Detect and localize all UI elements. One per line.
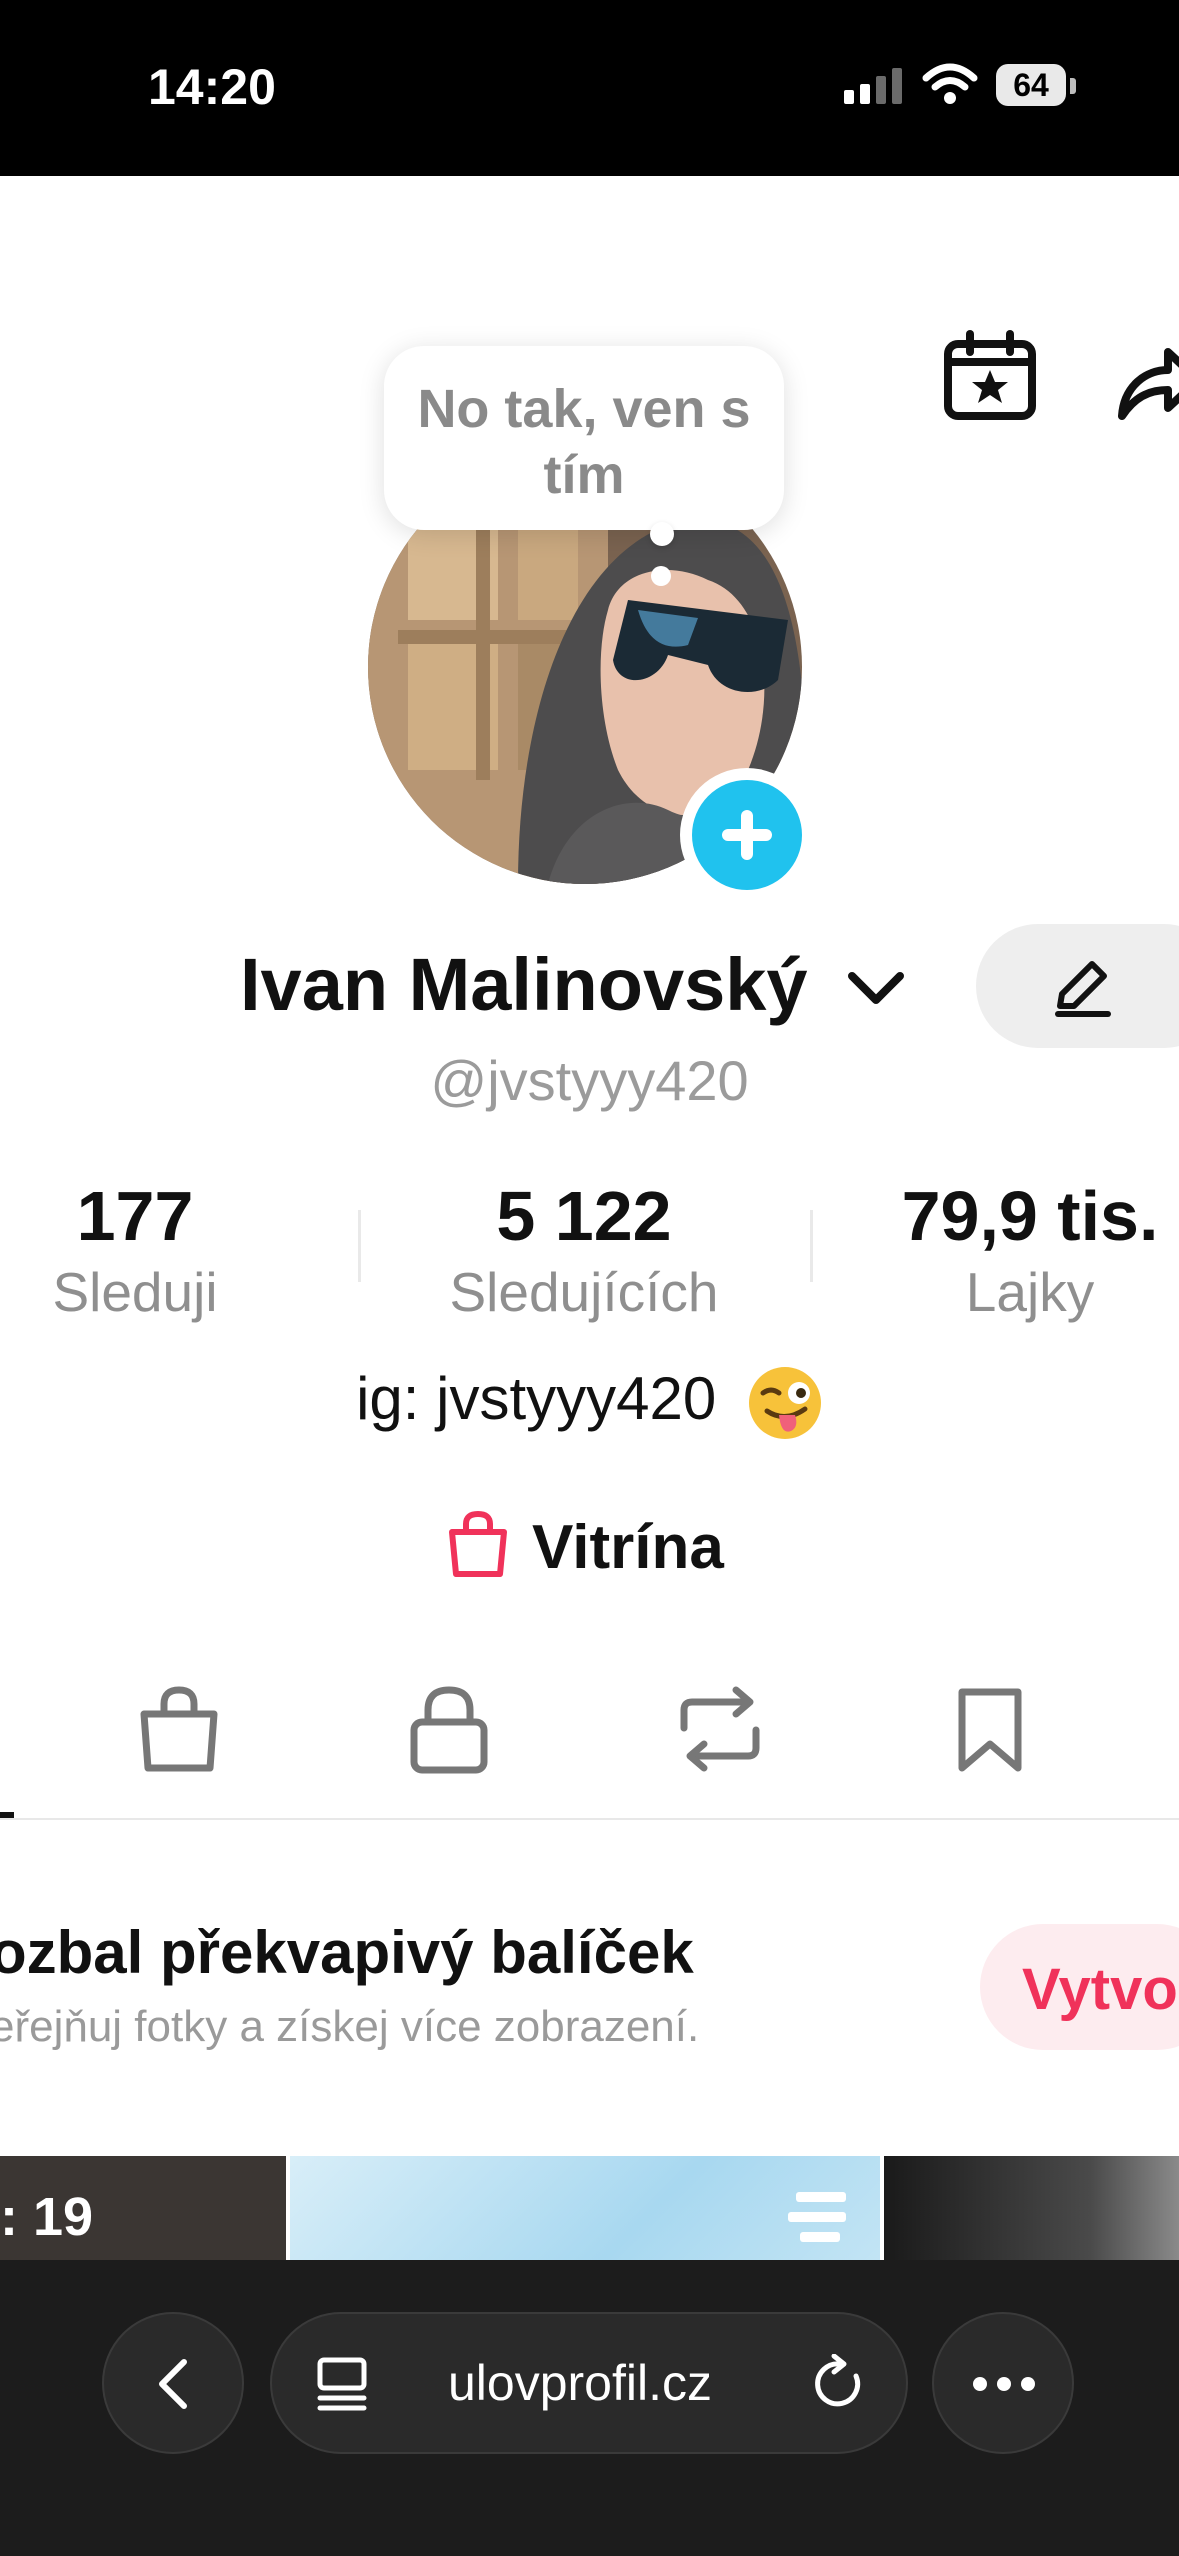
stat-divider — [810, 1210, 813, 1282]
plus-icon — [692, 780, 802, 890]
promo-subtitle: eřejňuj fotky a získej více zobrazení. — [0, 2002, 700, 2051]
bio-text: ig: jvstyyy420 — [356, 1365, 717, 1432]
thumbnail-overlay-text: : 19 — [0, 2187, 94, 2247]
back-button[interactable] — [102, 2312, 244, 2454]
likes-label: Lajky — [965, 1261, 1095, 1323]
shopping-bag-tab-icon[interactable] — [136, 1684, 222, 1774]
ellipsis-icon — [973, 2377, 1035, 2391]
lock-tab-icon[interactable] — [408, 1684, 490, 1774]
tab-divider — [0, 1818, 1179, 1820]
bookmark-tab-icon[interactable] — [954, 1684, 1026, 1774]
likes-count[interactable]: 79,9 tis. — [880, 1176, 1179, 1256]
wifi-icon — [922, 63, 978, 104]
bubble-tail-dot-small — [651, 566, 671, 586]
status-speech-bubble[interactable]: No tak, ven s tím — [384, 346, 784, 530]
bubble-text: No tak, ven s tím — [417, 379, 751, 505]
shopping-bag-icon[interactable] — [442, 1508, 514, 1580]
showcase-link[interactable]: Vitrína — [532, 1512, 724, 1583]
url-text: ulovprofil.cz — [448, 2355, 712, 2411]
calendar-star-icon[interactable] — [942, 330, 1038, 422]
status-time: 14:20 — [148, 59, 276, 115]
edit-profile-button[interactable] — [976, 924, 1179, 1048]
page-menu-icon — [317, 2357, 367, 2411]
winking-face-with-tongue-icon — [748, 1367, 821, 1440]
add-story-button[interactable] — [680, 768, 814, 902]
profile-handle: @jvstyyy420 — [430, 1049, 749, 1112]
create-button-label: Vytvo — [1022, 1957, 1178, 2022]
reload-icon[interactable] — [812, 2354, 868, 2412]
video-thumbnail[interactable] — [290, 2156, 880, 2260]
following-count[interactable]: 177 — [0, 1176, 270, 1256]
video-thumbnail[interactable] — [884, 2156, 1179, 2260]
battery-indicator: 64 — [996, 64, 1066, 106]
stat-divider — [358, 1210, 361, 1282]
chevron-down-icon[interactable] — [846, 966, 906, 1010]
bubble-tail-dot — [650, 522, 674, 546]
following-label: Sleduji — [52, 1261, 218, 1323]
address-bar[interactable]: ulovprofil.cz — [270, 2312, 908, 2454]
more-options-button[interactable] — [932, 2312, 1074, 2454]
profile-bio: ig: jvstyyy420 — [0, 1364, 1179, 1441]
pencil-icon — [1055, 961, 1111, 1017]
followers-count[interactable]: 5 122 — [384, 1176, 784, 1256]
profile-name[interactable]: Ivan Malinovský — [240, 942, 808, 1027]
video-thumbnail[interactable]: : 19 — [0, 2156, 286, 2260]
text-lines-icon — [788, 2192, 846, 2242]
battery-tip — [1070, 78, 1076, 94]
followers-label: Sledujících — [449, 1261, 719, 1323]
create-button[interactable]: Vytvo — [980, 1924, 1179, 2050]
chevron-left-icon — [159, 2359, 187, 2409]
active-tab-indicator — [0, 1812, 14, 1818]
share-icon[interactable] — [1118, 330, 1179, 422]
repost-tab-icon[interactable] — [670, 1684, 770, 1774]
cellular-signal-icon — [844, 68, 902, 104]
promo-title: ozbal překvapivý balíček — [0, 1919, 694, 1986]
